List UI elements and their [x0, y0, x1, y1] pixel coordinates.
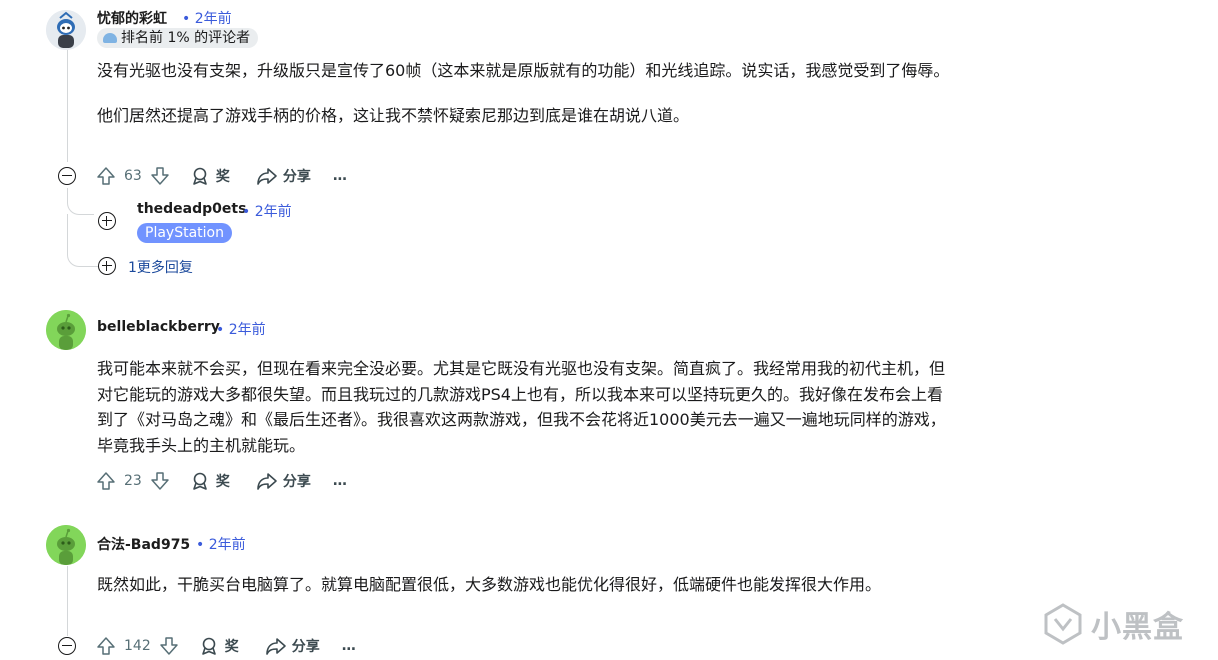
- comment-paragraph: 他们居然还提高了游戏手柄的价格，这让我不禁怀疑索尼那边到底是谁在胡说八道。: [97, 105, 690, 125]
- collapse-thread-button[interactable]: [58, 637, 76, 655]
- award-label: 奖: [224, 639, 239, 655]
- user-flair-badge: 排名前 1% 的评论者: [97, 28, 259, 48]
- award-icon: [201, 637, 216, 655]
- snoo-avatar-icon: [46, 525, 86, 565]
- flair-label: 排名前 1% 的评论者: [121, 30, 251, 46]
- avatar[interactable]: [46, 310, 86, 350]
- avatar[interactable]: [46, 10, 86, 50]
- reply-flair-badge: PlayStation: [137, 223, 232, 243]
- share-button[interactable]: 分享: [256, 471, 311, 491]
- more-replies-link[interactable]: 1更多回复: [128, 257, 193, 277]
- comment-time[interactable]: • 2年前: [216, 319, 266, 339]
- award-label: 奖: [215, 169, 230, 185]
- award-label: 奖: [215, 474, 230, 490]
- comment-author[interactable]: 忧郁的彩虹: [97, 8, 167, 28]
- share-label: 分享: [282, 474, 311, 490]
- award-icon: [193, 167, 207, 185]
- downvote-icon[interactable]: [159, 636, 179, 656]
- share-icon: [257, 473, 277, 490]
- snoo-avatar-icon: [46, 10, 86, 50]
- vote-count: 23: [124, 473, 142, 489]
- award-button[interactable]: 奖: [190, 166, 230, 186]
- share-icon: [257, 168, 277, 185]
- reply-time[interactable]: • 2年前: [242, 201, 292, 221]
- watermark-text: 小黑盒: [1091, 610, 1184, 645]
- downvote-icon[interactable]: [150, 471, 170, 491]
- thread-elbow-reply: [67, 188, 94, 215]
- more-options-icon[interactable]: …: [342, 638, 356, 654]
- upvote-icon[interactable]: [96, 636, 116, 656]
- comment-actions: 142 奖 分享 …: [96, 634, 356, 658]
- vote-count: 142: [124, 638, 151, 654]
- watermark: 小黑盒: [1041, 602, 1184, 646]
- more-replies-button[interactable]: [98, 257, 116, 275]
- thread-elbow-more: [67, 214, 98, 267]
- award-badge-icon: [103, 33, 117, 43]
- comment-time[interactable]: • 2年前: [182, 8, 232, 28]
- share-label: 分享: [291, 639, 320, 655]
- share-label: 分享: [282, 169, 311, 185]
- comment-author[interactable]: belleblackberry: [97, 319, 220, 335]
- upvote-icon[interactable]: [96, 166, 116, 186]
- comment-body: 我可能本来就不会买，但现在看来完全没必要。尤其是它既没有光驱也没有支架。简直疯了…: [97, 356, 957, 458]
- reply-author[interactable]: thedeadp0ets: [137, 201, 246, 217]
- comment-body: 没有光驱也没有支架，升级版只是宣传了60帧（这本来就是原版就有的功能）和光线追踪…: [97, 58, 957, 128]
- expand-reply-button[interactable]: [98, 212, 116, 230]
- vote-count: 63: [124, 168, 142, 184]
- more-options-icon[interactable]: …: [333, 168, 347, 184]
- collapse-thread-button[interactable]: [58, 167, 76, 185]
- heybox-logo-icon: [1044, 603, 1082, 645]
- comment-actions: 23 奖 分享 …: [96, 469, 347, 493]
- comment-author[interactable]: 合法-Bad975: [97, 534, 190, 554]
- share-button[interactable]: 分享: [256, 166, 311, 186]
- comment-paragraph: 我可能本来就不会买，但现在看来完全没必要。尤其是它既没有光驱也没有支架。简直疯了…: [97, 359, 946, 455]
- award-button[interactable]: 奖: [190, 471, 230, 491]
- snoo-avatar-icon: [46, 310, 86, 350]
- award-button[interactable]: 奖: [199, 636, 239, 656]
- avatar[interactable]: [46, 525, 86, 565]
- upvote-icon[interactable]: [96, 471, 116, 491]
- thread-line-3: [67, 566, 68, 636]
- comment-paragraph: 既然如此，干脆买台电脑算了。就算电脑配置很低，大多数游戏也能优化得很好，低端硬件…: [97, 575, 882, 594]
- comment-body: 既然如此，干脆买台电脑算了。就算电脑配置很低，大多数游戏也能优化得很好，低端硬件…: [97, 572, 957, 598]
- thread-line-1: [67, 50, 68, 162]
- share-button[interactable]: 分享: [265, 636, 320, 656]
- share-icon: [265, 638, 286, 655]
- comment-paragraph: 没有光驱也没有支架，升级版只是宣传了60帧（这本来就是原版就有的功能）和光线追踪…: [97, 61, 950, 80]
- comment-time[interactable]: • 2年前: [196, 534, 246, 554]
- downvote-icon[interactable]: [150, 166, 170, 186]
- award-icon: [193, 472, 207, 490]
- comment-actions: 63 奖 分享 …: [96, 164, 347, 188]
- more-options-icon[interactable]: …: [333, 473, 347, 489]
